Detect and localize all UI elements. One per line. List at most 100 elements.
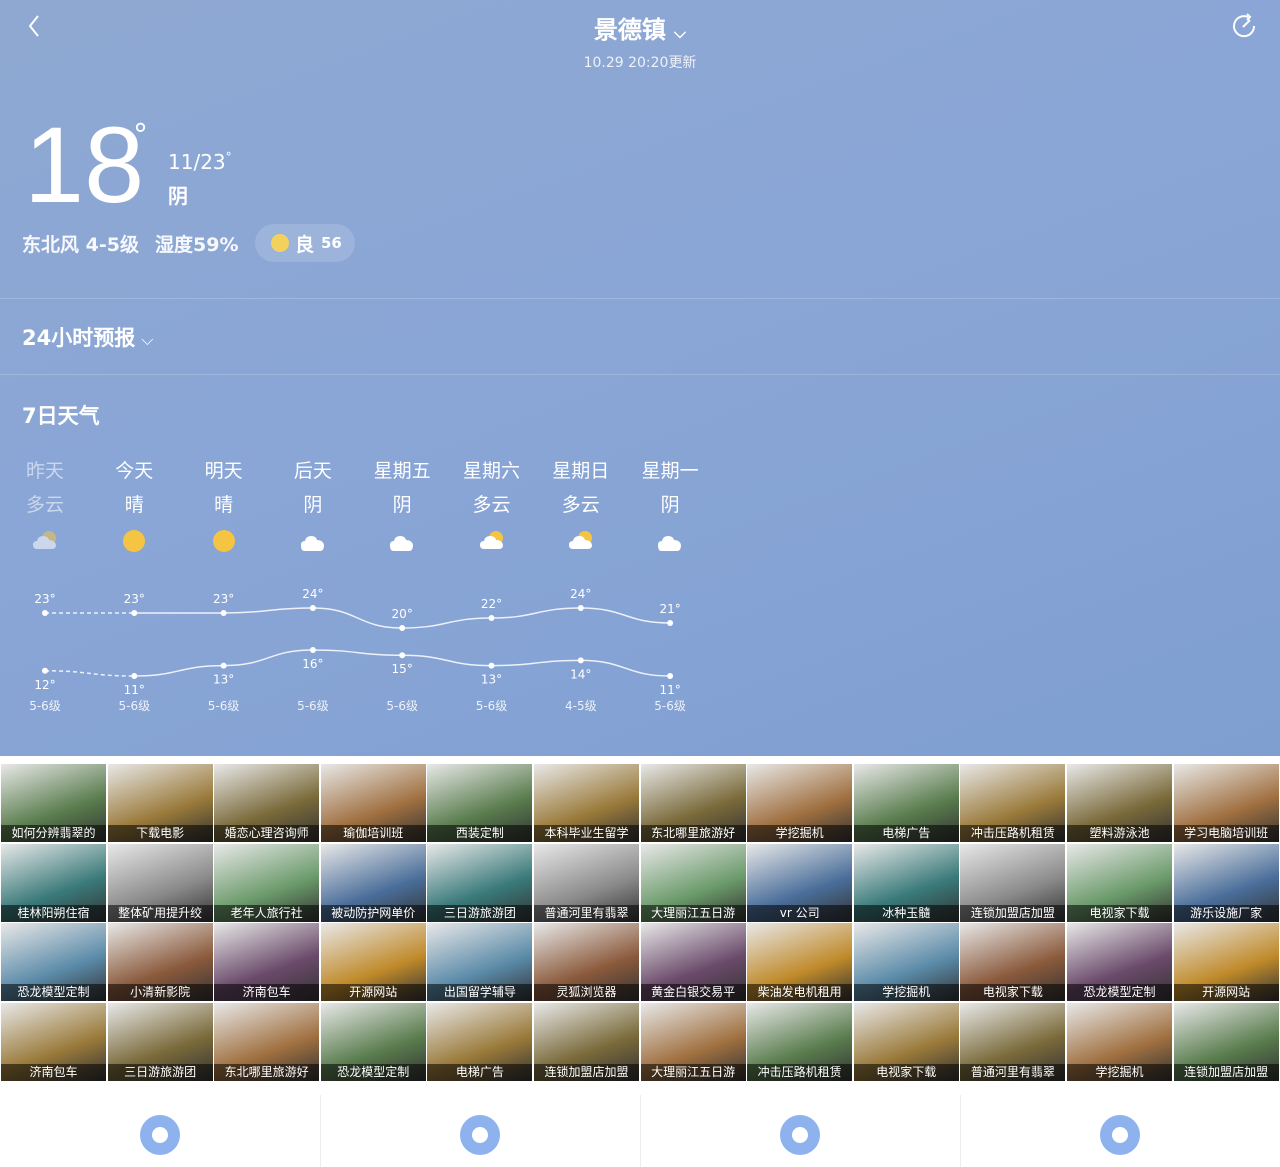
divider xyxy=(0,374,1280,375)
ad-tile[interactable]: 恐龙模型定制 xyxy=(320,1002,426,1081)
ad-tile[interactable]: 开源网站 xyxy=(320,923,426,1001)
ad-tile[interactable]: 西装定制 xyxy=(427,764,533,842)
ad-tile[interactable]: 大理丽江五日游 xyxy=(640,843,746,922)
refresh-button[interactable] xyxy=(1228,10,1260,42)
ad-tile[interactable]: 冰种玉髓 xyxy=(853,843,959,922)
high-temp-point xyxy=(667,620,674,626)
low-temp-point xyxy=(577,657,584,664)
ad-tile[interactable]: 恐龙模型定制 xyxy=(1,923,106,1001)
ad-caption: 本科毕业生留学 xyxy=(534,825,639,842)
ad-caption: 下载电影 xyxy=(107,825,213,842)
ad-tile[interactable]: 济南包车 xyxy=(1,1002,106,1081)
ad-tile[interactable]: 连锁加盟店加盟 xyxy=(960,843,1066,922)
ad-tile[interactable]: 电视家下载 xyxy=(1067,843,1172,922)
ad-caption: 塑料游泳池 xyxy=(1067,825,1172,842)
divider xyxy=(0,298,1280,299)
shirt-icon xyxy=(780,1115,820,1155)
ad-tile[interactable]: 学习电脑培训班 xyxy=(1173,764,1279,842)
ad-tile[interactable]: 灵狐浏览器 xyxy=(534,923,639,1001)
tab-sun[interactable] xyxy=(960,1095,1280,1167)
ad-tile[interactable]: 电梯广告 xyxy=(427,1002,533,1081)
ad-caption: 济南包车 xyxy=(1,1063,106,1081)
ad-caption: 电梯广告 xyxy=(427,1063,533,1081)
ad-tile[interactable]: 连锁加盟店加盟 xyxy=(534,1002,639,1081)
tab-divider xyxy=(960,1095,961,1167)
ad-tile[interactable]: 被动防护网单价 xyxy=(320,843,426,922)
aqi-badge[interactable]: 良 56 xyxy=(255,224,355,262)
low-temp-label: 13° xyxy=(481,673,502,687)
ad-tile[interactable]: 济南包车 xyxy=(214,923,320,1001)
high-temp-label: 21° xyxy=(659,602,680,616)
ad-tile[interactable]: 学挖掘机 xyxy=(747,764,853,842)
ad-caption: 学挖掘机 xyxy=(1067,1063,1172,1081)
ad-tile[interactable]: 桂林阳朔住宿 xyxy=(1,843,106,922)
ad-tile[interactable]: 整体矿用提升绞 xyxy=(107,843,213,922)
tab-divider xyxy=(320,1095,321,1167)
ad-caption: 出国留学辅导 xyxy=(427,984,533,1001)
ad-tile[interactable]: 东北哪里旅游好 xyxy=(214,1002,320,1081)
low-temp-point xyxy=(42,667,48,674)
tab-clothing[interactable] xyxy=(640,1095,960,1167)
ad-caption: 东北哪里旅游好 xyxy=(214,1063,320,1081)
ad-tile[interactable]: 冲击压路机租赁 xyxy=(747,1002,853,1081)
day-name: 今天 xyxy=(115,460,154,482)
ad-tile[interactable]: 婚恋心理咨询师 xyxy=(214,764,320,842)
forecast-24h-toggle[interactable]: 24小时预报 ⌵ xyxy=(22,322,153,352)
cloudy-sun-icon xyxy=(0,527,90,559)
ad-caption: 如何分辨翡翠的 xyxy=(1,825,106,842)
day-condition: 晴 xyxy=(214,494,234,516)
tab-flower[interactable] xyxy=(0,1095,320,1167)
current-condition: 阴 xyxy=(168,184,188,208)
city-name[interactable]: 景德镇 xyxy=(594,16,666,44)
ad-caption: 柴油发电机租用 xyxy=(747,984,853,1001)
ad-grid: 如何分辨翡翠的 下载电影 婚恋心理咨询师 瑜伽培训班 西装定制 本科毕业生留学 东北哪里旅游… xyxy=(0,764,1280,1082)
ad-tile[interactable]: 如何分辨翡翠的 xyxy=(1,764,106,842)
cloudy-sun-icon xyxy=(536,527,626,559)
day-condition: 多云 xyxy=(25,494,64,516)
low-temp-point xyxy=(220,662,227,669)
ad-tile[interactable]: 学挖掘机 xyxy=(1067,1002,1172,1081)
low-temp-label: 11° xyxy=(659,683,680,697)
ad-tile[interactable]: 本科毕业生留学 xyxy=(534,764,639,842)
ad-caption: 桂林阳朔住宿 xyxy=(1,904,106,922)
day-wind-level: 5-6级 xyxy=(118,699,150,713)
ad-tile[interactable]: 柴油发电机租用 xyxy=(747,923,853,1001)
low-temp-line-past xyxy=(44,670,135,677)
ad-caption: 普通河里有翡翠 xyxy=(534,904,639,922)
ad-tile[interactable]: 小清新影院 xyxy=(107,923,213,1001)
ad-tile[interactable]: 东北哪里旅游好 xyxy=(640,764,746,842)
ad-tile[interactable]: 恐龙模型定制 xyxy=(1067,923,1172,1001)
ad-tile[interactable]: vr 公司 xyxy=(747,843,853,922)
ad-tile[interactable]: 三日游旅游团 xyxy=(107,1002,213,1081)
ad-tile[interactable]: 冲击压路机租赁 xyxy=(960,764,1066,842)
ad-tile[interactable]: 三日游旅游团 xyxy=(427,843,533,922)
ad-caption: 电视家下载 xyxy=(960,984,1066,1001)
ad-tile[interactable]: 电梯广告 xyxy=(853,764,959,842)
high-temp-point xyxy=(577,605,584,611)
aqi-level: 良 xyxy=(295,234,315,256)
ad-tile[interactable]: 普通河里有翡翠 xyxy=(960,1002,1066,1081)
city-selector[interactable]: 景德镇 ⌵ xyxy=(0,10,1280,45)
ad-tile[interactable]: 大理丽江五日游 xyxy=(640,1002,746,1081)
ad-caption: 西装定制 xyxy=(427,825,533,842)
high-temp-point xyxy=(42,610,48,616)
day-name: 后天 xyxy=(293,460,332,482)
wind-info: 东北风 4-5级 xyxy=(22,234,139,256)
high-temp-label: 24° xyxy=(570,587,591,601)
ad-tile[interactable]: 下载电影 xyxy=(107,764,213,842)
chevron-down-icon: ⌵ xyxy=(673,23,687,42)
ad-tile[interactable]: 黄金白银交易平 xyxy=(640,923,746,1001)
ad-tile[interactable]: 学挖掘机 xyxy=(853,923,959,1001)
ad-tile[interactable]: 普通河里有翡翠 xyxy=(534,843,639,922)
ad-tile[interactable]: 瑜伽培训班 xyxy=(320,764,426,842)
ad-tile[interactable]: 出国留学辅导 xyxy=(427,923,533,1001)
ad-tile[interactable]: 电视家下载 xyxy=(960,923,1066,1001)
ad-tile[interactable]: 游乐设施厂家 xyxy=(1173,843,1279,922)
ad-tile[interactable]: 电视家下载 xyxy=(853,1002,959,1081)
ad-tile[interactable]: 塑料游泳池 xyxy=(1067,764,1172,842)
ad-tile[interactable]: 老年人旅行社 xyxy=(214,843,320,922)
ad-tile[interactable]: 开源网站 xyxy=(1173,923,1279,1001)
low-temp-point xyxy=(488,662,495,669)
tab-calendar[interactable] xyxy=(320,1095,640,1167)
ad-tile[interactable]: 连锁加盟店加盟 xyxy=(1173,1002,1279,1081)
